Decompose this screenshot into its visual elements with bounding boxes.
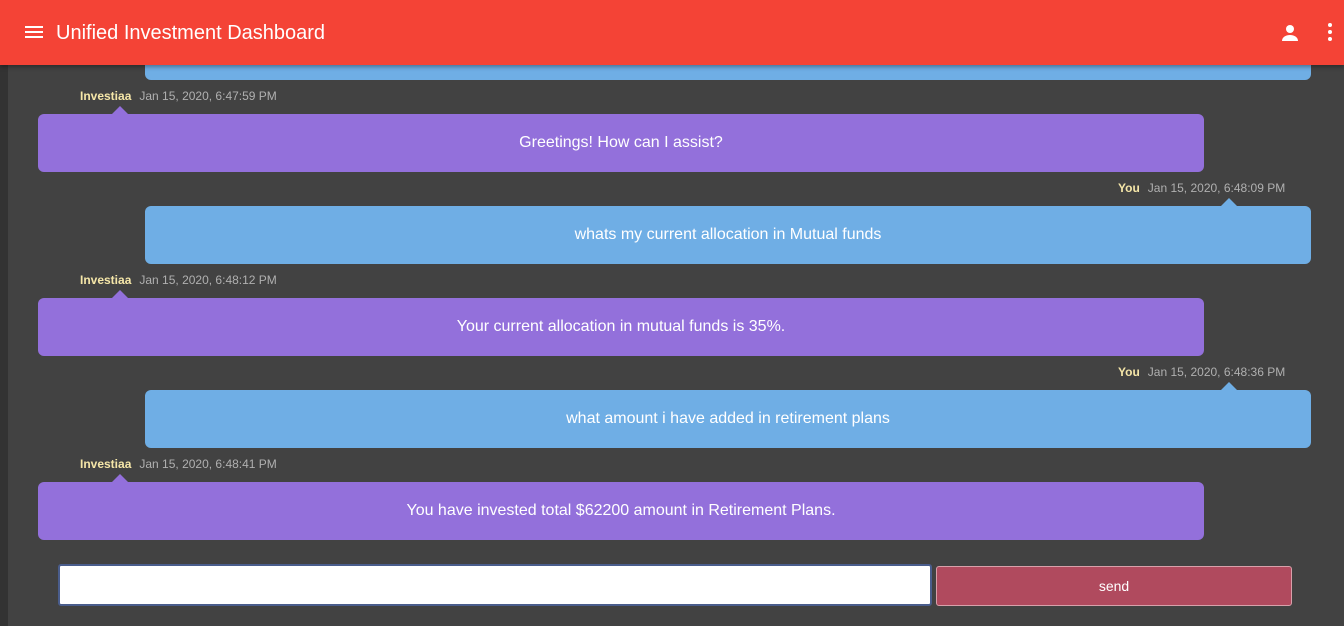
message-meta: You Jan 15, 2020, 6:48:36 PM bbox=[1118, 364, 1285, 380]
message-timestamp: Jan 15, 2020, 6:48:09 PM bbox=[1147, 181, 1286, 195]
message-meta: You Jan 15, 2020, 6:48:09 PM bbox=[1118, 180, 1285, 196]
message-text: what amount i have added in retirement p… bbox=[566, 410, 890, 427]
message-text: Greetings! How can I assist? bbox=[519, 134, 723, 151]
message-timestamp: Jan 15, 2020, 6:48:41 PM bbox=[139, 457, 277, 471]
chat-area[interactable]: Investiaa Jan 15, 2020, 6:47:59 PM Greeti… bbox=[8, 65, 1344, 626]
send-button[interactable]: send bbox=[936, 566, 1292, 606]
app-bar: Unified Investment Dashboard bbox=[0, 0, 1344, 65]
chat-bubble-previous bbox=[145, 65, 1311, 80]
message-timestamp: Jan 15, 2020, 6:48:12 PM bbox=[139, 273, 277, 287]
bot-message-bubble: You have invested total $62200 amount in… bbox=[38, 474, 1204, 540]
message-meta: Investiaa Jan 15, 2020, 6:48:12 PM bbox=[80, 272, 277, 288]
message-sender: You bbox=[1118, 365, 1140, 379]
message-sender: Investiaa bbox=[80, 457, 132, 471]
message-timestamp: Jan 15, 2020, 6:47:59 PM bbox=[139, 89, 277, 103]
app-title: Unified Investment Dashboard bbox=[56, 22, 326, 44]
user-message-bubble: what amount i have added in retirement p… bbox=[145, 382, 1311, 448]
message-input[interactable] bbox=[58, 564, 932, 606]
bot-message-bubble: Your current allocation in mutual funds … bbox=[38, 290, 1204, 356]
hamburger-menu-icon[interactable] bbox=[24, 23, 46, 43]
message-text: whats my current allocation in Mutual fu… bbox=[574, 226, 882, 243]
message-meta: Investiaa Jan 15, 2020, 6:47:59 PM bbox=[80, 88, 277, 104]
more-vert-icon[interactable] bbox=[1318, 20, 1342, 46]
message-sender: You bbox=[1118, 181, 1140, 195]
message-sender: Investiaa bbox=[80, 89, 132, 103]
user-message-bubble: whats my current allocation in Mutual fu… bbox=[145, 198, 1311, 264]
message-text: Your current allocation in mutual funds … bbox=[456, 318, 786, 335]
bot-message-bubble: Greetings! How can I assist? bbox=[38, 106, 1204, 172]
message-timestamp: Jan 15, 2020, 6:48:36 PM bbox=[1147, 365, 1286, 379]
account-icon[interactable] bbox=[1278, 21, 1302, 45]
message-sender: Investiaa bbox=[80, 273, 132, 287]
message-text: You have invested total $62200 amount in… bbox=[406, 502, 836, 519]
message-meta: Investiaa Jan 15, 2020, 6:48:41 PM bbox=[80, 456, 277, 472]
